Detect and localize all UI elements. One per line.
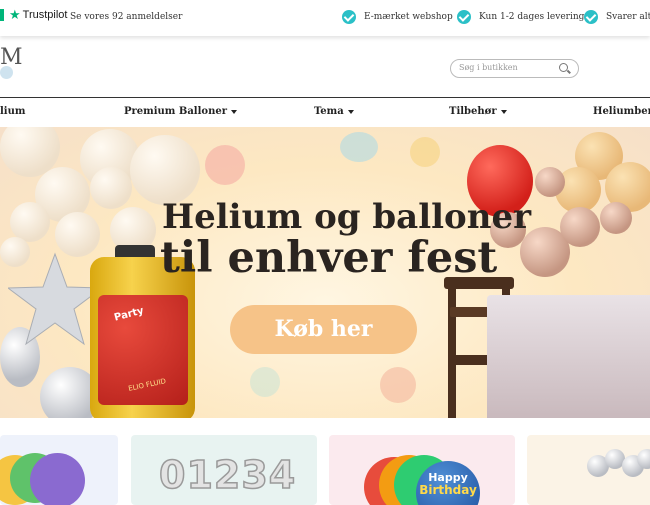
- caret-down-icon: [347, 109, 354, 114]
- nav-item-tema[interactable]: Tema: [314, 106, 354, 117]
- usp-delivery: Kun 1-2 dages levering: [457, 10, 584, 24]
- tank-sub: ELIO FLUID: [127, 377, 167, 393]
- balloon: [600, 202, 632, 234]
- category-card-garland[interactable]: [527, 435, 650, 505]
- nav-item-tilbehor[interactable]: Tilbehør: [449, 106, 507, 117]
- tank-brand: Party: [113, 305, 145, 324]
- usp-label: Svarer altid i: [606, 12, 650, 22]
- check-circle-icon: [584, 10, 598, 24]
- trustpilot-brand: Trustpilot: [22, 9, 68, 21]
- nav-item-label: Tema: [314, 106, 344, 117]
- trustpilot-star-icon: ★: [9, 7, 21, 22]
- hero-title-line2: til enhver fest: [160, 233, 498, 283]
- nav-item-helium[interactable]: lium: [0, 106, 25, 117]
- balloon: [30, 453, 85, 505]
- balloon: [560, 207, 600, 247]
- usp-label: E-mærket webshop: [364, 12, 453, 22]
- star-balloon: [8, 252, 103, 346]
- number-balloons: 01234: [158, 452, 297, 498]
- check-circle-icon: [342, 10, 356, 24]
- caret-down-icon: [500, 109, 507, 114]
- balloon: [637, 449, 650, 469]
- category-card-birthday[interactable]: Happy Birthday: [329, 435, 515, 505]
- check-circle-icon: [457, 10, 471, 24]
- nav-item-label: lium: [0, 106, 26, 117]
- confetti-dot: [380, 367, 416, 403]
- confetti-dot: [205, 145, 245, 185]
- usp-emaerket: E-mærket webshop: [342, 10, 453, 24]
- category-cards: 01234 Happy Birthday: [0, 418, 650, 505]
- nav-item-premium-balloner[interactable]: Premium Balloner: [124, 106, 237, 117]
- search-icon[interactable]: [559, 63, 568, 72]
- search-input[interactable]: Søg i butikken: [450, 59, 579, 78]
- hero-title-line1: Helium og balloner: [162, 197, 531, 237]
- confetti-dot: [340, 132, 378, 162]
- search-placeholder: Søg i butikken: [459, 63, 518, 72]
- top-bar: ★ Trustpilot Se vores 92 anmeldelser E-m…: [0, 0, 650, 36]
- trustpilot-reviews-link[interactable]: Se vores 92 anmeldelser: [70, 12, 182, 22]
- balloon: [130, 135, 200, 205]
- buy-now-button[interactable]: Køb her: [230, 305, 417, 354]
- logo-balloon-icon: [0, 66, 13, 79]
- nav-item-label: Heliumberegn: [593, 106, 650, 117]
- caret-down-icon: [230, 109, 237, 114]
- nav-item-label: Premium Balloner: [124, 106, 227, 117]
- category-card-balloons[interactable]: [0, 435, 118, 505]
- category-card-numbers[interactable]: 01234: [131, 435, 317, 505]
- nav-item-heliumberegner[interactable]: Heliumberegn: [593, 106, 650, 117]
- confetti-dot: [410, 137, 440, 167]
- confetti-dot: [250, 367, 280, 397]
- balloon: [55, 212, 100, 257]
- main-nav: lium Premium Balloner Tema Tilbehør Heli…: [0, 97, 650, 128]
- party-table: [487, 295, 650, 418]
- hero-banner[interactable]: Party ELIO FLUID Helium og balloner til …: [0, 127, 650, 418]
- trustpilot-bar: [0, 9, 4, 21]
- bday-line2: Birthday: [419, 483, 477, 497]
- balloon: [90, 167, 132, 209]
- trustpilot-logo[interactable]: ★ Trustpilot: [0, 7, 68, 22]
- balloon: [535, 167, 565, 197]
- usp-support: Svarer altid i: [584, 10, 650, 24]
- tank-label: Party ELIO FLUID: [98, 295, 188, 405]
- balloon: [10, 202, 50, 242]
- usp-label: Kun 1-2 dages levering: [479, 12, 585, 22]
- nav-item-label: Tilbehør: [449, 106, 497, 117]
